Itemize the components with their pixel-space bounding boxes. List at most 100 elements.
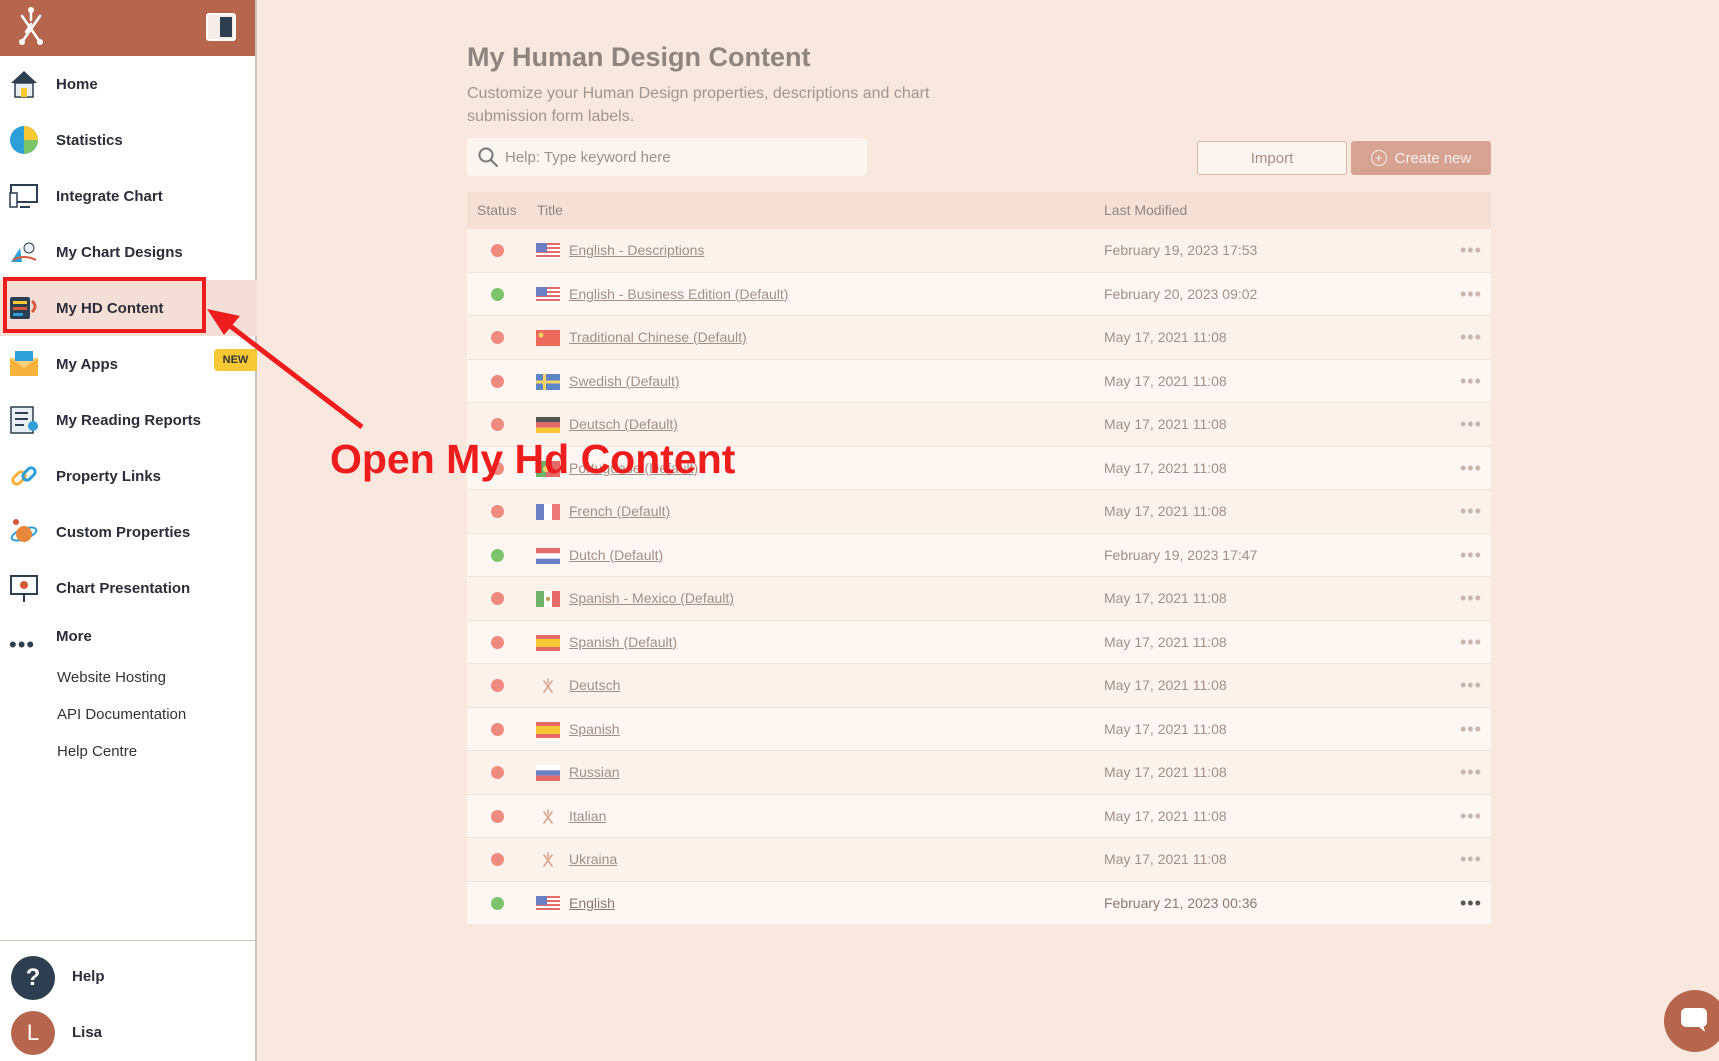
row-title-link[interactable]: Deutsch [569, 677, 620, 693]
sidebar-collapse-button[interactable] [206, 13, 236, 41]
status-dot-icon [491, 287, 504, 301]
more-label[interactable]: More [56, 628, 92, 645]
row-title-link[interactable]: Deutsch (Default) [569, 416, 678, 432]
table-row[interactable]: English February 21, 2023 00:36 ••• [467, 881, 1491, 925]
row-more-options-icon[interactable]: ••• [1460, 676, 1482, 694]
flag-us-icon [536, 895, 560, 912]
help-icon[interactable]: ? [11, 956, 55, 1000]
new-badge: NEW [214, 349, 257, 371]
row-title-link[interactable]: English - Business Edition (Default) [569, 286, 788, 302]
row-more-options-icon[interactable]: ••• [1460, 850, 1482, 868]
monitor-icon [9, 184, 38, 208]
sidebar-item-label: Property Links [56, 467, 162, 485]
row-more-options-icon[interactable]: ••• [1460, 241, 1482, 259]
row-more-options-icon[interactable]: ••• [1460, 633, 1482, 651]
row-more-options-icon[interactable]: ••• [1460, 807, 1482, 825]
row-last-modified: May 17, 2021 11:08 [1104, 459, 1227, 476]
search-icon [478, 147, 498, 167]
flag-cn-icon [536, 330, 560, 346]
table-row[interactable]: Ukraina May 17, 2021 11:08 ••• [467, 838, 1491, 882]
row-title-link[interactable]: Spanish - Mexico (Default) [569, 590, 734, 606]
user-name[interactable]: Lisa [72, 1024, 102, 1041]
sidebar-item-custom-properties[interactable]: Custom Properties [0, 504, 257, 560]
page-title: My Human Design Content [467, 42, 811, 72]
table-row[interactable]: English - Descriptions February 19, 2023 … [467, 229, 1491, 273]
sidebar-header [0, 0, 255, 56]
sidebar-item-label: Chart Presentation [56, 579, 191, 597]
chat-button[interactable] [1664, 990, 1719, 1052]
flag-us-icon [536, 243, 560, 259]
table-row[interactable]: Spanish (Default) May 17, 2021 11:08 ••• [467, 620, 1491, 664]
row-last-modified: May 17, 2021 11:08 [1104, 416, 1227, 432]
search-box [467, 138, 867, 176]
flag-nl-icon [536, 547, 560, 564]
column-header-status: Status [477, 202, 517, 218]
sidebar: Home Statistics Integrate Chart My Chart De… [0, 0, 257, 1061]
sidebar-item-my-reading-reports[interactable]: My Reading Reports [0, 392, 257, 448]
sidebar-item-property-links[interactable]: Property Links [0, 448, 257, 504]
table-row[interactable]: Traditional Chinese (Default) May 17, 202… [467, 316, 1491, 360]
row-title-link[interactable]: French (Default) [569, 503, 670, 519]
table-row[interactable]: Spanish May 17, 2021 11:08 ••• [467, 707, 1491, 751]
sidebar-item-label: Statistics [56, 131, 123, 149]
row-title-link[interactable]: Ukraina [569, 851, 617, 867]
home-icon [11, 71, 37, 98]
api-documentation-link[interactable]: API Documentation [57, 706, 186, 723]
table-row[interactable]: Russian May 17, 2021 11:08 ••• [467, 751, 1491, 795]
row-more-options-icon[interactable]: ••• [1460, 720, 1482, 738]
row-more-options-icon[interactable]: ••• [1460, 459, 1482, 477]
app-logo-icon[interactable] [14, 6, 48, 50]
sidebar-item-my-chart-designs[interactable]: My Chart Designs [0, 224, 257, 280]
column-header-title: Title [537, 202, 563, 218]
row-title-link[interactable]: Russian [569, 764, 620, 780]
row-last-modified: May 17, 2021 11:08 [1104, 590, 1227, 606]
row-more-options-icon[interactable]: ••• [1460, 894, 1482, 912]
row-last-modified: May 17, 2021 11:08 [1104, 633, 1227, 650]
table-row[interactable]: English - Business Edition (Default) Febr… [467, 272, 1491, 316]
row-title-link[interactable]: Spanish (Default) [569, 634, 677, 650]
more-icon[interactable]: ••• [9, 634, 35, 656]
row-more-options-icon[interactable]: ••• [1460, 502, 1482, 520]
table-row[interactable]: Italian May 17, 2021 11:08 ••• [467, 794, 1491, 838]
row-more-options-icon[interactable]: ••• [1460, 285, 1482, 303]
row-title-link[interactable]: Swedish (Default) [569, 373, 680, 389]
row-title-link[interactable]: English - Descriptions [569, 242, 704, 258]
import-button[interactable]: Import [1197, 141, 1347, 175]
flag-us-icon [536, 286, 560, 303]
row-more-options-icon[interactable]: ••• [1460, 415, 1482, 433]
row-last-modified: February 21, 2023 00:36 [1104, 894, 1258, 911]
table-row[interactable]: Spanish - Mexico (Default) May 17, 2021 1… [467, 577, 1491, 621]
status-dot-icon [491, 766, 504, 779]
row-more-options-icon[interactable]: ••• [1460, 328, 1482, 346]
avatar[interactable]: L [11, 1011, 55, 1055]
table-row[interactable]: Swedish (Default) May 17, 2021 11:08 ••• [467, 359, 1491, 403]
row-last-modified: February 20, 2023 09:02 [1104, 285, 1258, 302]
row-more-options-icon[interactable]: ••• [1460, 589, 1482, 607]
row-title-link[interactable]: Dutch (Default) [569, 547, 663, 563]
page-subtitle: Customize your Human Design properties, … [467, 85, 930, 125]
sidebar-item-home[interactable]: Home [0, 56, 257, 112]
app-logo-icon [543, 852, 553, 867]
website-hosting-link[interactable]: Website Hosting [57, 669, 166, 686]
flag-fr-icon [536, 504, 560, 520]
sidebar-item-chart-presentation[interactable]: Chart Presentation [0, 560, 257, 616]
status-dot-icon [491, 853, 504, 866]
row-title-link[interactable]: Italian [569, 808, 606, 824]
app-logo-icon [543, 808, 553, 824]
sidebar-item-integrate-chart[interactable]: Integrate Chart [0, 168, 257, 224]
help-centre-link[interactable]: Help Centre [57, 743, 137, 760]
search-input[interactable] [505, 138, 855, 176]
row-more-options-icon[interactable]: ••• [1460, 763, 1482, 781]
row-more-options-icon[interactable]: ••• [1460, 546, 1482, 564]
sidebar-item-statistics[interactable]: Statistics [0, 112, 257, 168]
table-row[interactable]: Deutsch May 17, 2021 11:08 ••• [467, 664, 1491, 708]
row-title-link[interactable]: Traditional Chinese (Default) [569, 329, 747, 345]
row-title-link[interactable]: Spanish [569, 721, 620, 737]
table-row[interactable]: Dutch (Default) February 19, 2023 17:47 ••… [467, 533, 1491, 577]
table-row[interactable]: French (Default) May 17, 2021 11:08 ••• [467, 490, 1491, 534]
status-dot-icon [491, 896, 504, 910]
help-label[interactable]: Help [72, 968, 105, 985]
create-new-button[interactable]: + Create new [1351, 141, 1491, 175]
row-more-options-icon[interactable]: ••• [1460, 372, 1482, 390]
row-title-link[interactable]: English [569, 895, 615, 911]
